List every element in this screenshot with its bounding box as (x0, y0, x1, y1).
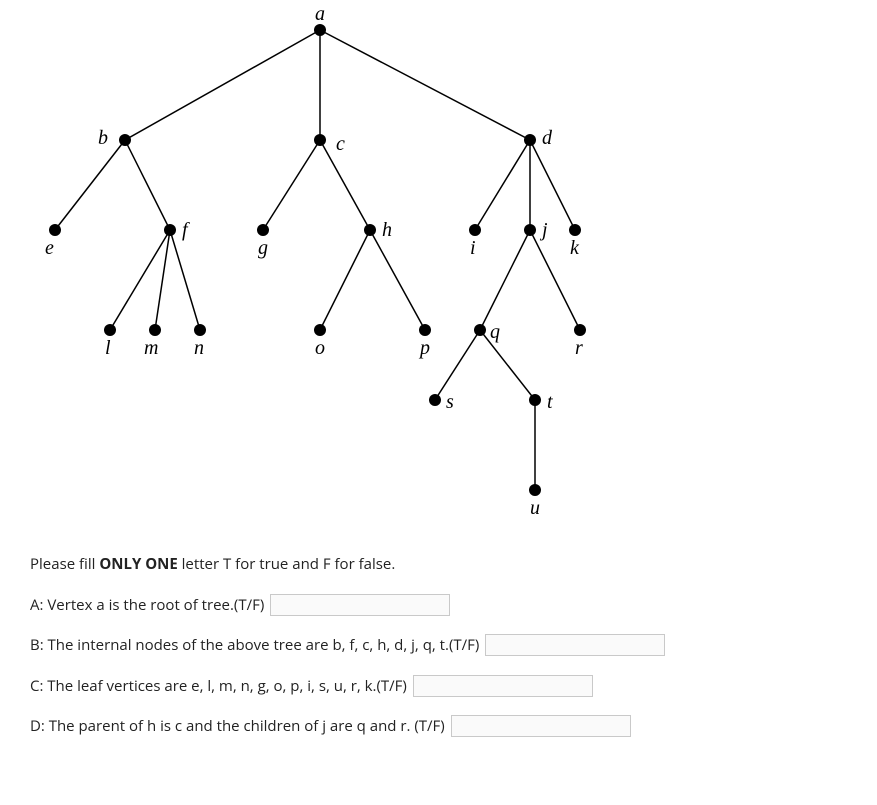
node-e (49, 224, 61, 236)
node-label-g: g (258, 238, 268, 258)
instructions-line: Please fill ONLY ONE letter T for true a… (30, 550, 877, 579)
node-d (524, 134, 536, 146)
edge-f-m (155, 230, 170, 330)
edge-q-t (480, 330, 535, 400)
node-l (104, 324, 116, 336)
node-j (524, 224, 536, 236)
node-g (257, 224, 269, 236)
node-m (149, 324, 161, 336)
node-i (469, 224, 481, 236)
node-u (529, 484, 541, 496)
node-label-m: m (144, 338, 158, 358)
node-s (429, 394, 441, 406)
edge-c-g (263, 140, 320, 230)
edge-b-f (125, 140, 170, 230)
question-A-text: A: Vertex a is the root of tree.(T/F) (30, 591, 264, 620)
edge-j-q (480, 230, 530, 330)
node-label-a: a (315, 4, 325, 24)
edge-q-s (435, 330, 480, 400)
edge-h-o (320, 230, 370, 330)
node-label-o: o (315, 338, 325, 358)
node-label-n: n (194, 338, 204, 358)
node-label-s: s (446, 392, 454, 412)
node-label-d: d (542, 128, 552, 148)
questions-block: Please fill ONLY ONE letter T for true a… (30, 550, 877, 741)
edge-f-l (110, 230, 170, 330)
node-label-c: c (336, 134, 345, 154)
node-b (119, 134, 131, 146)
edge-f-n (170, 230, 200, 330)
node-c (314, 134, 326, 146)
node-t (529, 394, 541, 406)
node-label-j: j (542, 220, 548, 240)
edge-d-i (475, 140, 530, 230)
edge-h-p (370, 230, 425, 330)
question-D-text: D: The parent of h is c and the children… (30, 712, 445, 741)
question-D-row: D: The parent of h is c and the children… (30, 712, 877, 741)
question-A-row: A: Vertex a is the root of tree.(T/F) (30, 591, 877, 620)
edge-d-k (530, 140, 575, 230)
question-C-row: C: The leaf vertices are e, l, m, n, g, … (30, 672, 877, 701)
node-q (474, 324, 486, 336)
node-label-h: h (382, 220, 392, 240)
node-label-t: t (547, 392, 553, 412)
node-label-p: p (420, 338, 430, 358)
node-k (569, 224, 581, 236)
edge-a-d (320, 30, 530, 140)
node-label-k: k (570, 238, 579, 258)
tree-diagram: a b c d e f g h i j k l m n o p q r s t u (20, 0, 660, 540)
node-f (164, 224, 176, 236)
page: a b c d e f g h i j k l m n o p q r s t u Please fill ONLY O… (0, 0, 877, 741)
answer-A-input[interactable] (270, 594, 450, 616)
node-p (419, 324, 431, 336)
answer-B-input[interactable] (485, 634, 665, 656)
node-h (364, 224, 376, 236)
node-label-r: r (575, 338, 583, 358)
node-label-f: f (182, 220, 188, 240)
answer-C-input[interactable] (413, 675, 593, 697)
node-label-b: b (98, 128, 108, 148)
node-label-l: l (105, 338, 111, 358)
edge-b-e (55, 140, 125, 230)
edge-c-h (320, 140, 370, 230)
question-B-row: B: The internal nodes of the above tree … (30, 631, 877, 660)
edge-a-b (125, 30, 320, 140)
instr-prefix: Please fill (30, 554, 99, 574)
node-label-q: q (490, 322, 500, 342)
node-n (194, 324, 206, 336)
instr-suffix: letter T for true and F for false. (178, 554, 396, 574)
question-B-text: B: The internal nodes of the above tree … (30, 631, 479, 660)
question-C-text: C: The leaf vertices are e, l, m, n, g, … (30, 672, 407, 701)
tree-svg (20, 0, 660, 540)
node-o (314, 324, 326, 336)
answer-D-input[interactable] (451, 715, 631, 737)
node-label-u: u (530, 498, 540, 518)
instr-bold: ONLY ONE (99, 554, 177, 574)
node-label-i: i (470, 238, 476, 258)
node-r (574, 324, 586, 336)
node-label-e: e (45, 238, 54, 258)
node-a (314, 24, 326, 36)
